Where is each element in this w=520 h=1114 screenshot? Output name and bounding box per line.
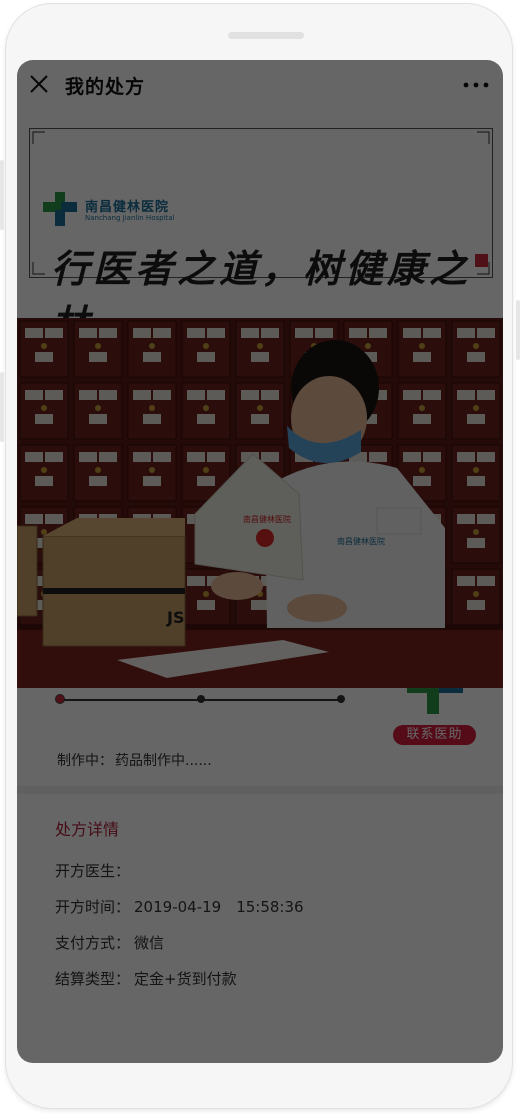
status-text: 药品制作中...... — [115, 753, 212, 769]
side-button-left-lower — [0, 372, 4, 442]
detail-label: 开方医生： — [55, 862, 131, 880]
progress-section: 联系医助 — [17, 688, 503, 752]
hospital-logo-icon — [43, 192, 77, 226]
prescription-details-title: 处方详情 — [55, 820, 120, 839]
more-icon[interactable] — [463, 82, 489, 88]
detail-label: 支付方式： — [55, 934, 131, 952]
corner-ornament-icon — [477, 128, 493, 144]
detail-row-time: 开方时间： 2019-04-19 15:58:36 — [55, 896, 304, 917]
detail-value: 定金+货到付款 — [134, 970, 237, 988]
detail-value: 微信 — [134, 934, 165, 952]
detail-label: 结算类型： — [55, 970, 131, 988]
bag-label: 南昌健林医院 — [243, 514, 291, 524]
screen: 我的处方 南昌健林医院 Nanchang Jianlin Hospital 行医… — [17, 60, 503, 1063]
detail-row-settlement: 结算类型： 定金+货到付款 — [55, 968, 237, 989]
detail-row-payment: 支付方式： 微信 — [55, 932, 164, 953]
hospital-name: 南昌健林医院 — [85, 200, 170, 215]
red-seal-icon — [475, 254, 488, 267]
close-icon[interactable] — [29, 74, 49, 94]
page-title: 我的处方 — [65, 76, 146, 98]
coat-label: 南昌健林医院 — [337, 536, 385, 546]
progress-step-3 — [337, 695, 345, 703]
detail-value: 2019-04-19 15:58:36 — [134, 898, 304, 916]
detail-label: 开方时间： — [55, 898, 131, 916]
side-button-right — [516, 300, 520, 360]
nav-bar: 我的处方 — [17, 60, 503, 110]
contact-assistant-button[interactable]: 联系医助 — [393, 725, 476, 745]
production-status: 制作中： 药品制作中...... — [55, 750, 212, 770]
progress-step-2 — [197, 695, 205, 703]
detail-row-doctor: 开方医生： — [55, 860, 134, 881]
speaker-grille — [228, 32, 304, 39]
side-button-left-upper — [0, 160, 4, 230]
pharmacist-photo-illustration: JS 南昌健林医院 南昌健林医院 — [17, 318, 503, 688]
hospital-logo-fragment-icon — [407, 688, 463, 714]
box-label: JS — [166, 608, 184, 627]
progress-step-1 — [55, 694, 65, 704]
status-label: 制作中： — [57, 753, 113, 769]
corner-ornament-icon — [29, 128, 45, 144]
pharmacy-photo: JS 南昌健林医院 南昌健林医院 — [17, 318, 503, 688]
section-divider — [17, 786, 503, 794]
hospital-name-en: Nanchang Jianlin Hospital — [85, 214, 175, 222]
corner-ornament-icon — [29, 262, 45, 278]
